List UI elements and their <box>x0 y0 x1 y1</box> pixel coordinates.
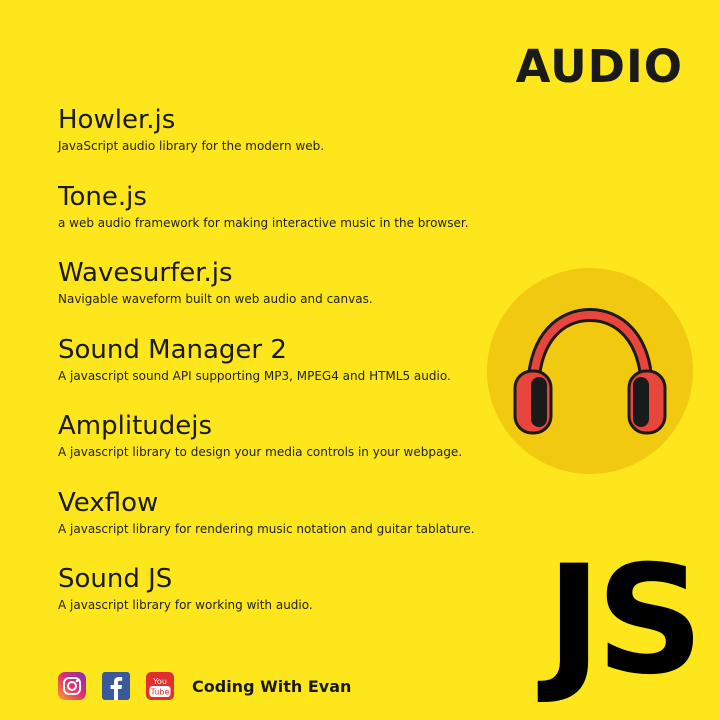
library-name: Amplitudejs <box>58 411 213 441</box>
list-item: Amplitudejs A javascript library to desi… <box>58 409 498 486</box>
brand-name: Coding With Evan <box>192 676 352 696</box>
library-description: Navigable waveform built on web audio an… <box>58 292 373 306</box>
library-name: Wavesurfer.js <box>58 258 233 288</box>
list-item: Tone.js a web audio framework for making… <box>58 180 498 257</box>
library-description: A javascript library for working with au… <box>58 598 313 612</box>
library-description: A javascript sound API supporting MP3, M… <box>58 368 451 383</box>
list-item: Sound Manager 2 A javascript sound API s… <box>58 333 498 410</box>
list-item: Sound JS A javascript library for workin… <box>58 562 498 639</box>
js-logo: JS <box>546 534 704 708</box>
youtube-icon[interactable]: You Tube <box>146 672 174 700</box>
facebook-icon[interactable] <box>102 672 130 700</box>
library-name: Tone.js <box>58 181 147 212</box>
section-heading: AUDIO <box>515 40 683 93</box>
library-name: Vexflow <box>58 487 159 518</box>
list-item: Howler.js JavaScript audio library for t… <box>58 103 498 180</box>
headphones-icon <box>513 307 667 435</box>
library-name: Howler.js <box>58 105 176 135</box>
library-description: A javascript library to design your medi… <box>58 445 463 459</box>
library-description: JavaScript audio library for the modern … <box>58 139 325 153</box>
library-name: Sound JS <box>58 564 173 594</box>
library-description: A javascript library for rendering music… <box>58 521 475 536</box>
footer: You Tube Coding With Evan <box>58 670 351 702</box>
list-item: Wavesurfer.js Navigable waveform built o… <box>58 256 498 333</box>
youtube-label-top: You <box>152 677 167 686</box>
library-description: a web audio framework for making interac… <box>58 215 469 230</box>
list-item: Vexflow A javascript library for renderi… <box>58 486 498 563</box>
instagram-icon[interactable] <box>58 672 86 700</box>
library-list: Howler.js JavaScript audio library for t… <box>58 103 498 639</box>
library-name: Sound Manager 2 <box>58 334 287 365</box>
youtube-label-bottom: Tube <box>150 688 170 697</box>
